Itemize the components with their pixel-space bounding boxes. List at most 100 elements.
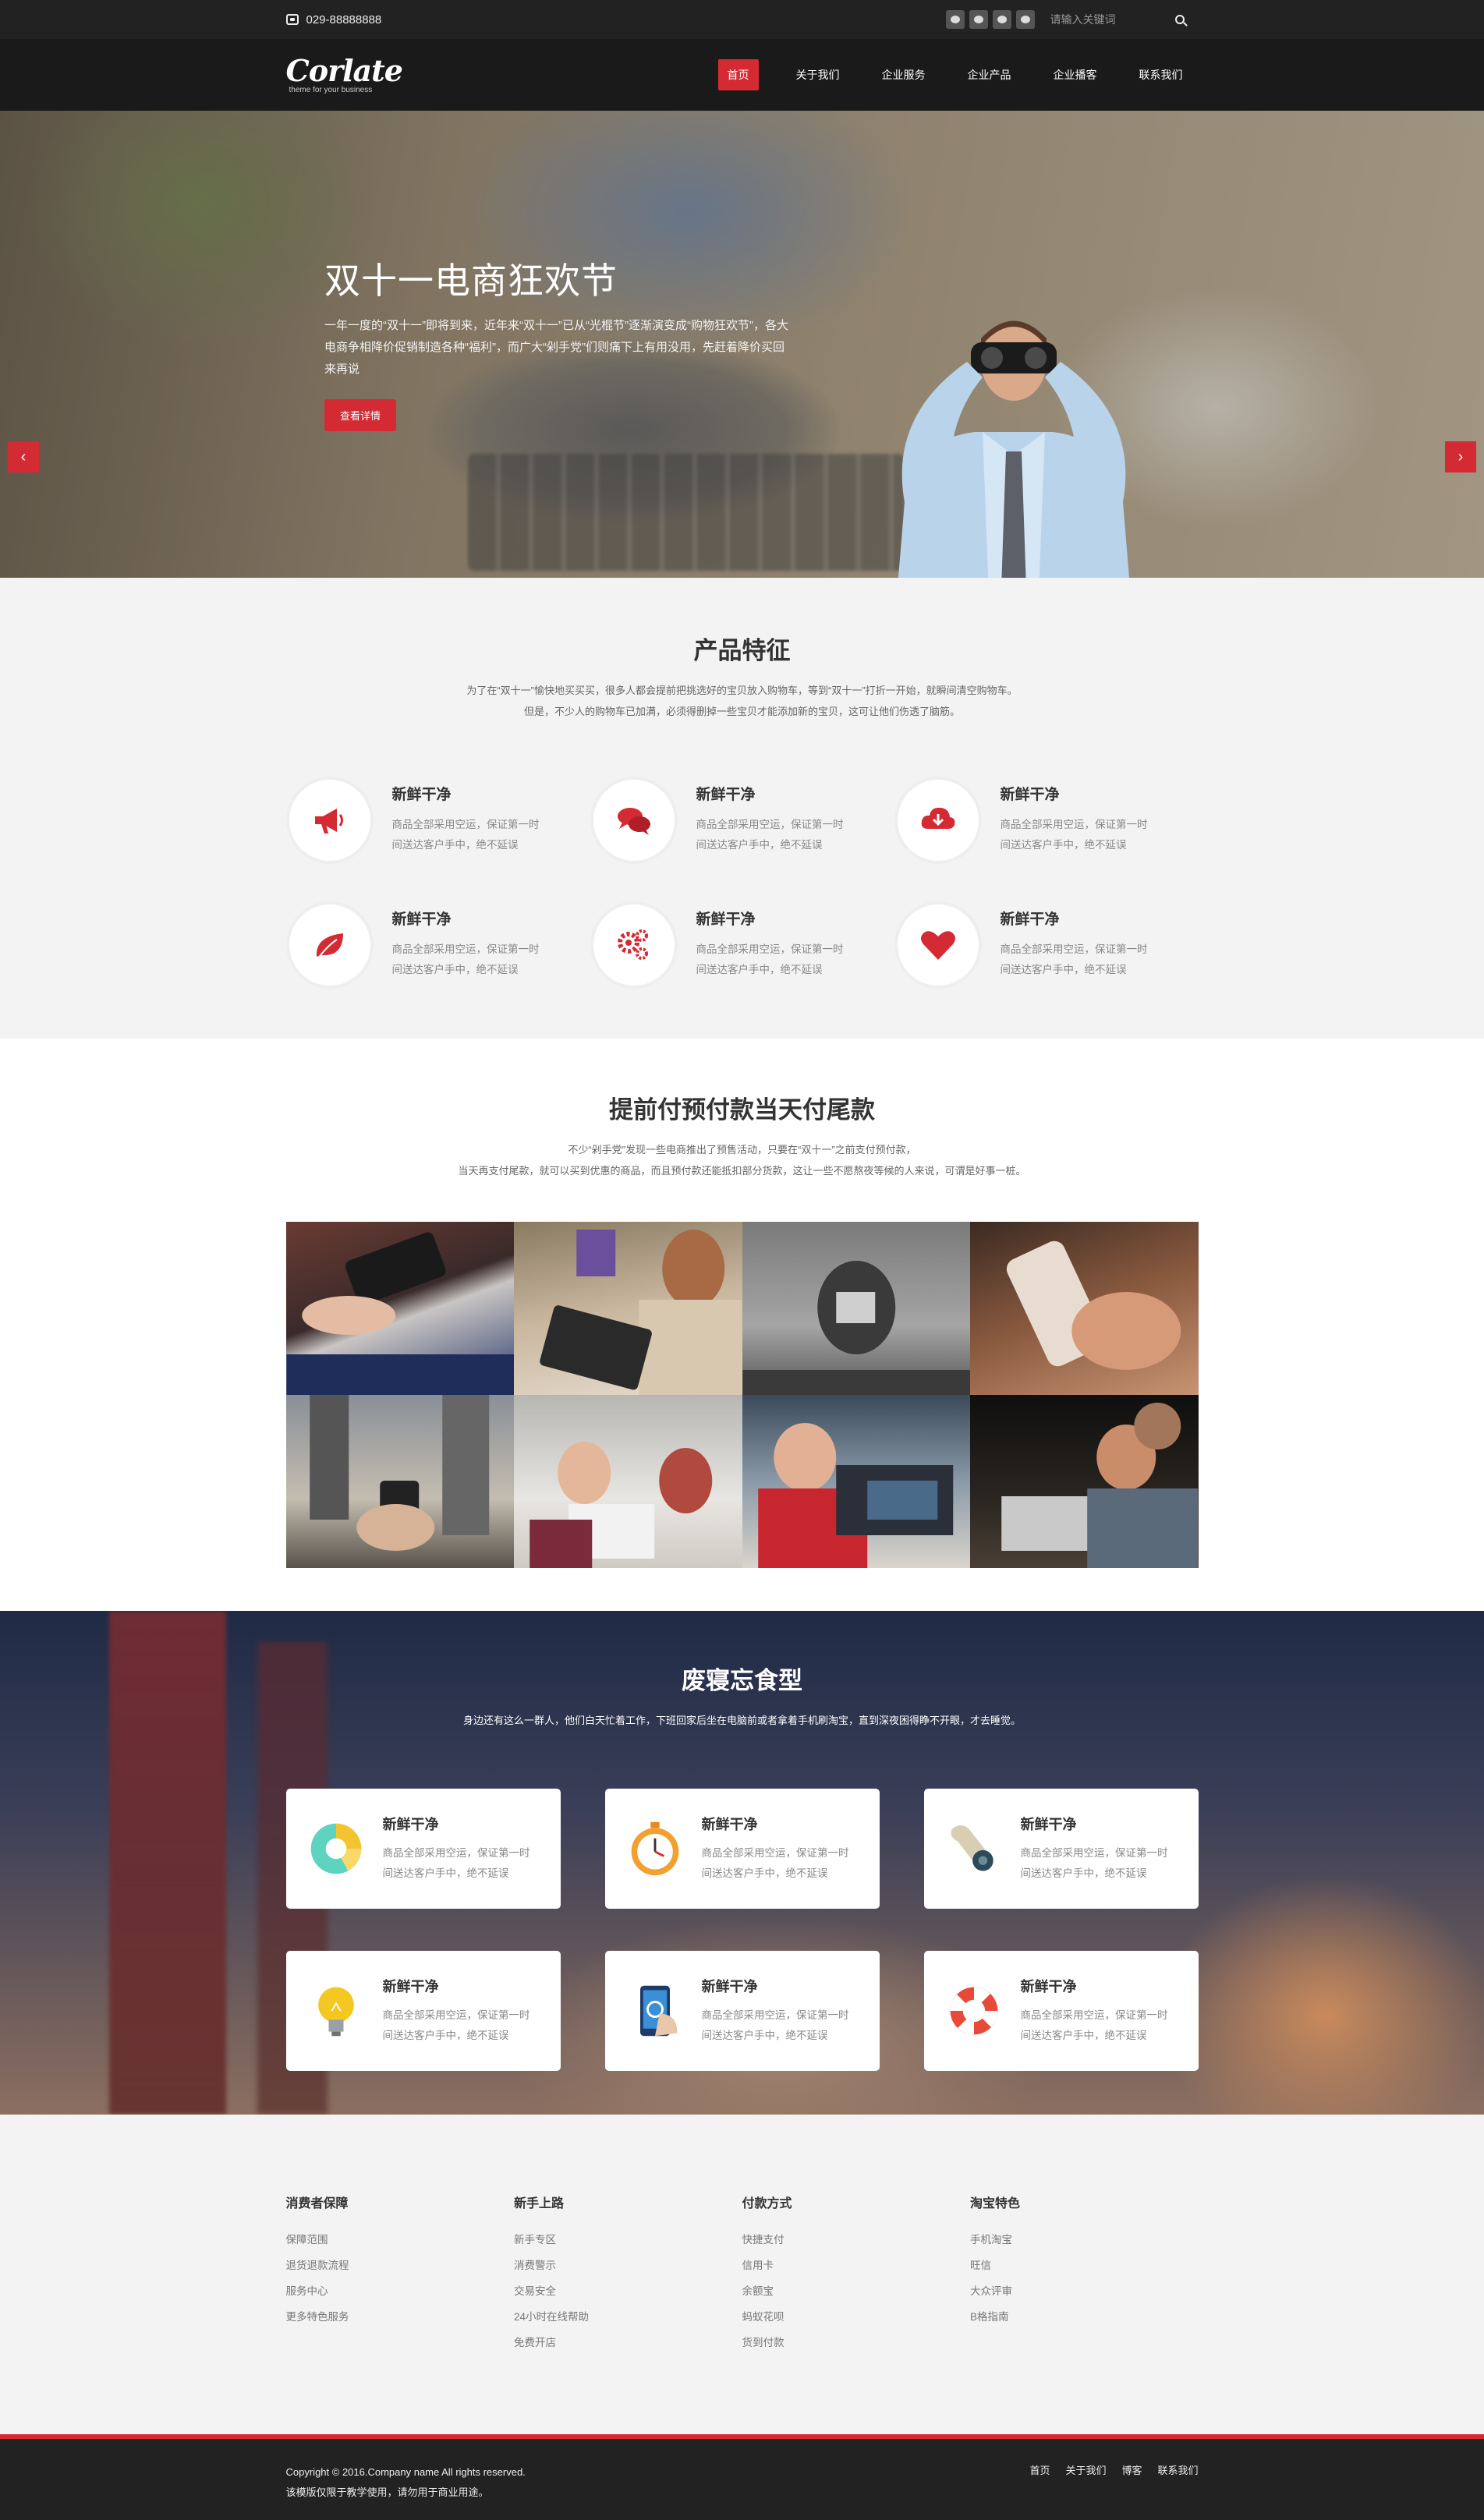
review-desc-2: 间送达客户手中，绝不延误 [382, 2030, 509, 2041]
feature-item: 新鲜干净 商品全部采用空运，保证第一时 间送达客户手中，绝不延误 [894, 777, 1199, 864]
gallery-photo-tablet-hands[interactable] [285, 1222, 514, 1395]
reviews-grid: 新鲜干净 商品全部采用空运，保证第一时 间送达客户手中，绝不延误 新鲜干净 商品全部采… [285, 1789, 1199, 2071]
bottom-nav-home[interactable]: 首页 [1029, 2462, 1050, 2503]
logo-text: Corlate [285, 52, 403, 88]
footer-column-title: 消费者保障 [285, 2197, 349, 2210]
feature-desc-2: 间送达客户手中，绝不延误 [696, 839, 823, 851]
footer-link[interactable]: 新手专区 [514, 2227, 742, 2253]
lifebuoy-icon [950, 1987, 997, 2035]
gallery-title: 提前付预付款当天付尾款 [609, 1096, 875, 1124]
nav-item-contact[interactable]: 联系我们 [1124, 59, 1199, 90]
gallery-photo-red-jacket-laptop[interactable] [742, 1395, 970, 1568]
footer-link[interactable]: 快捷支付 [742, 2227, 971, 2253]
search-icon[interactable] [1174, 15, 1185, 24]
features-section: 产品特征 为了在“双十一”愉快地买买买，很多人都会提前把挑选好的宝贝放入购物车，… [0, 578, 1484, 1039]
footer-link[interactable]: 退货退款流程 [286, 2253, 515, 2278]
hero-details-button[interactable]: 查看详情 [324, 399, 397, 431]
gallery-photo-city-phone[interactable] [285, 1395, 514, 1568]
tencent-icon[interactable] [1015, 10, 1035, 29]
search-input[interactable] [1050, 13, 1175, 26]
feature-desc-2: 间送达客户手中，绝不延误 [1000, 964, 1127, 975]
footer-link[interactable]: 余额宝 [742, 2278, 971, 2304]
bottom-nav-about[interactable]: 关于我们 [1065, 2462, 1106, 2503]
gallery-photo-kids-laptop[interactable] [514, 1395, 742, 1568]
qq-icon[interactable] [992, 10, 1011, 29]
nav-item-about[interactable]: 关于我们 [781, 59, 855, 90]
footer-column: 付款方式 快捷支付 信用卡 余额宝 蚂蚁花呗 货到付款 [742, 2193, 971, 2355]
review-card: 新鲜干净 商品全部采用空运，保证第一时 间送达客户手中，绝不延误 [604, 1789, 880, 1909]
review-title: 新鲜干净 [701, 1979, 758, 1994]
footer-link[interactable]: 手机淘宝 [970, 2227, 1199, 2253]
bottom-nav-blog[interactable]: 博客 [1121, 2462, 1142, 2503]
feature-desc-1: 商品全部采用空运，保证第一时 [391, 819, 540, 830]
heart-icon [894, 901, 982, 989]
features-subtitle-1: 为了在“双十一”愉快地买买买，很多人都会提前把挑选好的宝贝放入购物车，等到“双十… [466, 685, 1018, 696]
phone-icon [285, 14, 299, 25]
footer-links-grid: 消费者保障 保障范围 退货退款流程 服务中心 更多特色服务 新手上路 新手专区 … [286, 2193, 1199, 2355]
feature-title: 新鲜干净 [1000, 911, 1060, 928]
social-links [945, 10, 1035, 29]
footer-column-title: 付款方式 [742, 2197, 792, 2210]
feature-item: 新鲜干净 商品全部采用空运，保证第一时 间送达客户手中，绝不延误 [285, 901, 590, 989]
feature-desc-2: 间送达客户手中，绝不延误 [391, 839, 519, 851]
footer-link[interactable]: B格指南 [970, 2304, 1199, 2330]
footer-link[interactable]: 蚂蚁花呗 [742, 2304, 971, 2330]
review-card: 新鲜干净商品全部采用空运，保证第一时 间送达客户手中，绝不延误 [285, 1951, 561, 2071]
review-desc-2: 间送达客户手中，绝不延误 [382, 1867, 509, 1879]
footer-link[interactable]: 24小时在线帮助 [514, 2304, 742, 2330]
footer-link[interactable]: 服务中心 [286, 2278, 515, 2304]
bottom-bar: Copyright © 2016.Company name All rights… [0, 2439, 1484, 2520]
feature-title: 新鲜干净 [391, 787, 452, 803]
copyright-block: Copyright © 2016.Company name All rights… [286, 2462, 526, 2503]
footer-link[interactable]: 货到付款 [742, 2330, 971, 2355]
gallery-photo-person-laptop-bw[interactable] [742, 1222, 970, 1395]
footer-link[interactable]: 旺信 [970, 2253, 1199, 2278]
footer-link[interactable]: 保障范围 [286, 2227, 515, 2253]
logo[interactable]: Corlate theme for your business [285, 52, 403, 94]
hero-copy: 双十一电商狂欢节 一年一度的“双十一”即将到来，近年来“双十一”已从“光棍节”逐… [324, 253, 792, 431]
wechat-icon[interactable] [969, 10, 988, 29]
gallery-photo-drawing-tablet[interactable] [514, 1222, 742, 1395]
gallery-photo-men-laptops[interactable] [970, 1395, 1199, 1568]
review-card: 新鲜干净 商品全部采用空运，保证第一时 间送达客户手中，绝不延误 [285, 1789, 561, 1909]
review-desc-1: 商品全部采用空运，保证第一时 [382, 2009, 530, 2021]
footer-link[interactable]: 免费开店 [514, 2330, 742, 2355]
features-subtitle-2: 但是，不少人的购物车已加满，必须得删掉一些宝贝才能添加新的宝贝，这可让他们伤透了… [523, 706, 960, 717]
nav-menu: 首页 关于我们 企业服务 企业产品 企业播客 联系我们 [717, 59, 1199, 90]
review-title: 新鲜干净 [1020, 1817, 1077, 1832]
footer-link[interactable]: 交易安全 [514, 2278, 742, 2304]
feature-title: 新鲜干净 [391, 911, 452, 928]
footer-link[interactable]: 信用卡 [742, 2253, 971, 2278]
hero-prev-arrow[interactable]: ‹ [8, 441, 39, 472]
feature-item: 新鲜干净 商品全部采用空运，保证第一时 间送达客户手中，绝不延误 [590, 901, 894, 989]
hero-man-with-binoculars [898, 320, 1130, 578]
footer-links: 消费者保障 保障范围 退货退款流程 服务中心 更多特色服务 新手上路 新手专区 … [0, 2115, 1484, 2434]
bottom-nav-contact[interactable]: 联系我们 [1157, 2462, 1198, 2503]
nav-item-services[interactable]: 企业服务 [866, 59, 941, 90]
nav-item-home[interactable]: 首页 [717, 59, 759, 90]
feature-desc-2: 间送达客户手中，绝不延误 [696, 964, 823, 975]
wrench-icon [951, 1825, 993, 1871]
hero-title: 双十一电商狂欢节 [324, 260, 618, 301]
footer-column: 消费者保障 保障范围 退货退款流程 服务中心 更多特色服务 [286, 2193, 515, 2355]
gallery-photo-phone-hands[interactable] [970, 1222, 1199, 1395]
gallery-subtitle-2: 当天再支付尾款，就可以买到优惠的商品，而且预付款还能抵扣部分货款，这让一些不愿熬… [458, 1165, 1026, 1177]
hero-next-arrow[interactable]: › [1445, 441, 1476, 472]
review-title: 新鲜干净 [382, 1979, 439, 1994]
features-grid: 新鲜干净 商品全部采用空运，保证第一时 间送达客户手中，绝不延误 新鲜干净 商品全部采… [285, 777, 1199, 989]
feature-desc-2: 间送达客户手中，绝不延误 [1000, 839, 1127, 851]
footer-link[interactable]: 更多特色服务 [286, 2304, 515, 2330]
footer-column-title: 新手上路 [514, 2197, 565, 2210]
nav-item-blog[interactable]: 企业播客 [1038, 59, 1113, 90]
footer-link[interactable]: 消费警示 [514, 2253, 742, 2278]
nav-item-products[interactable]: 企业产品 [952, 59, 1027, 90]
feature-title: 新鲜干净 [696, 787, 756, 803]
bottom-nav: 首页 关于我们 博客 联系我们 [1029, 2462, 1198, 2503]
footer-link[interactable]: 大众评审 [970, 2278, 1199, 2304]
top-bar: 029-88888888 [0, 0, 1484, 39]
chat-icon [590, 777, 678, 864]
reviews-title: 废寝忘食型 [682, 1667, 802, 1694]
stopwatch-icon [631, 1821, 678, 1876]
review-title: 新鲜干净 [382, 1817, 439, 1832]
weibo-icon[interactable] [945, 10, 965, 29]
